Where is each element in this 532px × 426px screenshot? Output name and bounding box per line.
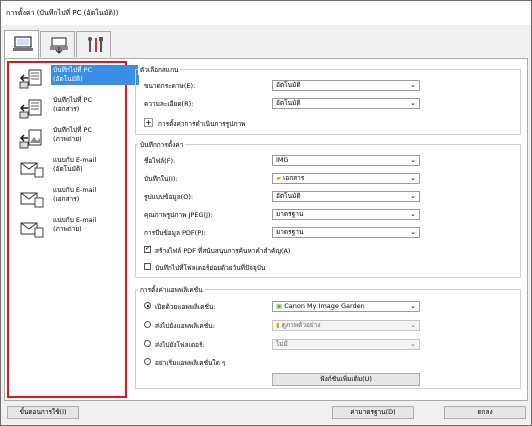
list-item-sublabel: (เอกสาร) bbox=[53, 195, 80, 203]
select-value: Canon My Image Garden bbox=[284, 302, 365, 310]
list-item-label: แนบกับ E-mail bbox=[53, 216, 97, 224]
scanner-icon bbox=[50, 37, 68, 54]
checkmark-icon: ✓ bbox=[145, 244, 151, 252]
send-folder-select[interactable]: ไม่มี ⌄ bbox=[272, 339, 420, 350]
scan-options-group: ตัวเลือกสแกน ขนาดกระดาษ(E): อัตโนมัติ ⌄ ค… bbox=[135, 65, 521, 135]
chevron-down-icon: ⌄ bbox=[410, 174, 416, 182]
list-item-email-auto[interactable]: แนบกับ E-mail (อัตโนมัติ) bbox=[15, 155, 125, 181]
list-item-sublabel: (อัตโนมัติ) bbox=[53, 75, 83, 83]
expand-icon[interactable]: + bbox=[144, 118, 153, 127]
pdf-compression-select[interactable]: มาตรฐาน ⌄ bbox=[272, 227, 420, 238]
email-auto-icon bbox=[20, 162, 44, 178]
computer-icon bbox=[13, 36, 33, 51]
chevron-down-icon: ⌄ bbox=[410, 156, 416, 164]
select-value: เอกสาร bbox=[283, 174, 305, 182]
paper-size-label: ขนาดกระดาษ(E): bbox=[144, 82, 196, 90]
paper-size-select[interactable]: อัตโนมัติ ⌄ bbox=[272, 80, 420, 91]
defaults-button[interactable]: ค่ามาตรฐาน(D) bbox=[332, 406, 414, 419]
email-photo-icon bbox=[20, 222, 44, 238]
save-in-label: บันทึกใน(I): bbox=[144, 175, 178, 183]
select-value: อัตโนมัติ bbox=[276, 99, 301, 107]
tab-scan-from-panel[interactable] bbox=[40, 31, 75, 57]
select-value: อัตโนมัติ bbox=[276, 81, 301, 89]
email-document-icon bbox=[20, 192, 44, 208]
list-item-save-pc-auto[interactable]: บันทึกไปที่ PC (อัตโนมัติ) bbox=[15, 65, 139, 91]
chevron-down-icon: ⌄ bbox=[410, 192, 416, 200]
send-folder-radio[interactable] bbox=[144, 340, 151, 347]
group-title: การตั้งค่าแอพพลิเคชั่น bbox=[138, 285, 205, 295]
save-to-pc-auto-icon bbox=[19, 69, 42, 89]
keyword-pdf-label: สร้างไฟล์ PDF ที่สนับสนุนการค้นหาคำสำคัญ… bbox=[155, 247, 291, 255]
no-app-radio[interactable] bbox=[144, 358, 151, 365]
data-format-select[interactable]: อัตโนมัติ ⌄ bbox=[272, 191, 420, 202]
jpeg-quality-select[interactable]: มาตรฐาน ⌄ bbox=[272, 209, 420, 220]
send-app-label: ส่งไปยังแอพพลิเคชั่น: bbox=[155, 322, 215, 330]
select-value: มาตรฐาน bbox=[276, 228, 304, 236]
list-item-sublabel: (ภาพถ่าย) bbox=[53, 135, 82, 143]
no-app-label: อย่าเริ่มแอพพลิเคชั่นใด ๆ bbox=[155, 359, 226, 367]
window-title: การตั้งค่า (บันทึกไปที่ PC (อัตโนมัติ)) bbox=[6, 9, 119, 17]
instructions-button[interactable]: ขั้นตอนการใช้(I) bbox=[7, 406, 79, 419]
settings-window: การตั้งค่า (บันทึกไปที่ PC (อัตโนมัติ)) bbox=[0, 0, 532, 426]
subfolder-label: บันทึกไปที่โฟลเดอร์ย่อยด้วยวันที่ปัจจุบั… bbox=[155, 264, 266, 272]
app-settings-group: การตั้งค่าแอพพลิเคชั่น เปิดด้วยแอพพลิเคช… bbox=[135, 285, 521, 389]
pdf-compression-label: การบีบข้อมูล PDF(P): bbox=[144, 229, 206, 237]
list-item-sublabel: (อัตโนมัติ) bbox=[53, 165, 83, 173]
send-folder-label: ส่งไปยังโฟลเดอร์: bbox=[155, 341, 205, 349]
ok-button[interactable]: ตกลง bbox=[444, 406, 526, 419]
jpeg-quality-label: คุณภาพรูปภาพ JPEG(J): bbox=[144, 211, 213, 219]
subfolder-checkbox[interactable] bbox=[144, 263, 151, 270]
list-item-label: บันทึกไปที่ PC bbox=[53, 66, 92, 74]
list-item-label: แนบกับ E-mail bbox=[53, 186, 97, 194]
select-value: ดูภาพตัวอย่าง bbox=[281, 321, 321, 329]
list-item-label: บันทึกไปที่ PC bbox=[53, 126, 92, 134]
list-item-sublabel: (ภาพถ่าย) bbox=[53, 225, 82, 233]
group-title: ตัวเลือกสแกน bbox=[138, 65, 181, 75]
tools-icon bbox=[88, 37, 103, 52]
resolution-label: ความละเอียด(R): bbox=[144, 100, 194, 108]
list-item-label: บันทึกไปที่ PC bbox=[53, 96, 92, 104]
send-app-select[interactable]: ▮ ดูภาพตัวอย่าง ⌄ bbox=[272, 320, 420, 331]
save-in-select[interactable]: ▰ เอกสาร ⌄ bbox=[272, 173, 420, 184]
group-title: บันทึกการตั้งค่า bbox=[138, 140, 186, 150]
list-item-label: แนบกับ E-mail bbox=[53, 156, 97, 164]
input-value: IMG bbox=[276, 156, 289, 164]
list-item-save-pc-document[interactable]: บันทึกไปที่ PC (เอกสาร) bbox=[15, 95, 125, 121]
settings-content: ตัวเลือกสแกน ขนาดกระดาษ(E): อัตโนมัติ ⌄ ค… bbox=[135, 63, 523, 396]
scan-mode-list: บันทึกไปที่ PC (อัตโนมัติ) บันทึกไปที่ PC… bbox=[7, 61, 139, 398]
save-settings-group: บันทึกการตั้งค่า ชื่อไฟล์(F): IMG ⌄ บันทึ… bbox=[135, 140, 521, 278]
chevron-down-icon: ⌄ bbox=[410, 302, 416, 310]
keyword-pdf-checkbox[interactable]: ✓ bbox=[144, 244, 151, 253]
save-to-pc-document-icon bbox=[19, 99, 42, 119]
open-app-label: เปิดด้วยแอพพลิเคชั่น: bbox=[155, 303, 216, 311]
select-value: มาตรฐาน bbox=[276, 210, 304, 218]
tab-general-settings[interactable] bbox=[76, 31, 111, 57]
list-item-sublabel: (เอกสาร) bbox=[53, 105, 80, 113]
chevron-down-icon: ⌄ bbox=[410, 81, 416, 89]
chevron-down-icon: ⌄ bbox=[410, 340, 416, 348]
title-bar: การตั้งค่า (บันทึกไปที่ PC (อัตโนมัติ)) bbox=[1, 1, 531, 25]
chevron-down-icon: ⌄ bbox=[410, 321, 416, 329]
chevron-down-icon: ⌄ bbox=[410, 99, 416, 107]
filename-label: ชื่อไฟล์(F): bbox=[144, 157, 176, 165]
chevron-down-icon: ⌄ bbox=[410, 228, 416, 236]
list-item-save-pc-photo[interactable]: บันทึกไปที่ PC (ภาพถ่าย) bbox=[15, 125, 125, 151]
save-to-pc-photo-icon bbox=[19, 129, 42, 149]
list-item-email-document[interactable]: แนบกับ E-mail (เอกสาร) bbox=[15, 185, 125, 211]
send-app-radio[interactable] bbox=[144, 321, 151, 328]
select-value: ไม่มี bbox=[276, 340, 288, 348]
tab-scan-from-computer[interactable] bbox=[4, 30, 39, 58]
data-format-label: รูปแบบข้อมูล(O): bbox=[144, 193, 194, 201]
image-processing-label[interactable]: การตั้งค่าการดำเนินการรูปภาพ bbox=[158, 119, 245, 129]
select-value: อัตโนมัติ bbox=[276, 192, 301, 200]
list-item-email-photo[interactable]: แนบกับ E-mail (ภาพถ่าย) bbox=[15, 215, 125, 241]
chevron-down-icon: ⌄ bbox=[410, 210, 416, 218]
resolution-select[interactable]: อัตโนมัติ ⌄ bbox=[272, 98, 420, 109]
open-app-select[interactable]: ▣ Canon My Image Garden ⌄ bbox=[272, 301, 420, 312]
app-icon: ▣ bbox=[276, 302, 285, 310]
more-functions-button[interactable]: ฟังก์ชันเพิ่มเติม(U) bbox=[272, 373, 420, 386]
filename-input[interactable]: IMG ⌄ bbox=[272, 155, 420, 166]
open-app-radio[interactable] bbox=[144, 302, 151, 309]
